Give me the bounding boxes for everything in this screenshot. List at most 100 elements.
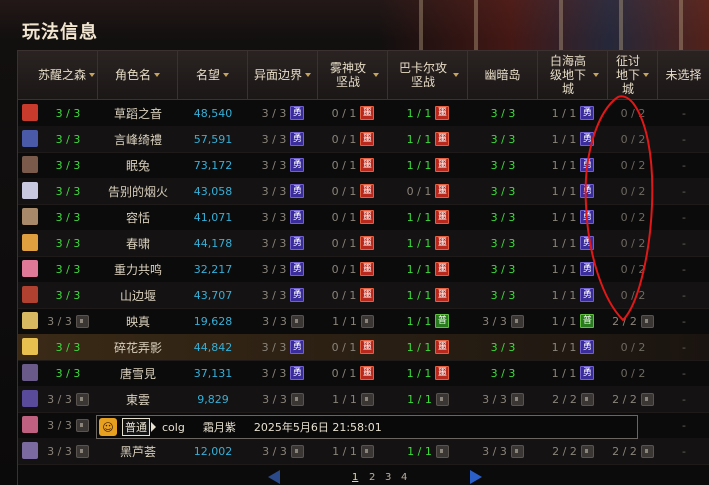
dark_isle-cell: 3 / 3	[468, 360, 538, 386]
mist-cell: 0 / 1噩	[318, 230, 388, 256]
column-header[interactable]: 角色名	[98, 51, 178, 99]
column-header[interactable]: 异面边界	[248, 51, 318, 99]
mist-value: 0 / 1	[331, 106, 357, 120]
forest-cell: 3 / 3	[38, 126, 98, 152]
difficulty-badge: 勇	[290, 262, 305, 276]
mist-value: 0 / 1	[331, 158, 357, 172]
table-row[interactable]: 3 / 3 告别的烟火 43,058 3 / 3勇0 / 1噩0 / 1噩3 / 31…	[18, 178, 709, 205]
lock-icon	[360, 314, 374, 328]
conquest-cell: 2 / 2	[608, 386, 658, 412]
white_sea-cell: 1 / 1勇	[538, 178, 608, 204]
unselected-cell: -	[658, 308, 709, 334]
forest-cell: 3 / 3	[38, 412, 98, 438]
next-page-icon[interactable]	[470, 470, 482, 484]
table-row[interactable]: 3 / 3 春啸 44,178 3 / 3勇0 / 1噩1 / 1噩3 / 31 / …	[18, 230, 709, 257]
difficulty-badge: 勇	[580, 236, 595, 250]
white_sea-value: 1 / 1	[551, 288, 577, 302]
bakal-cell: 1 / 1噩	[388, 230, 468, 256]
forest-cell: 3 / 3	[38, 438, 98, 464]
column-header[interactable]: 征讨地下城	[608, 51, 658, 99]
forest-cell: 3 / 3	[38, 152, 98, 178]
page-link[interactable]: 4	[401, 472, 407, 483]
page-link[interactable]: 3	[385, 472, 391, 483]
unselected-value: -	[682, 106, 686, 120]
dark_isle-cell: 3 / 3	[468, 230, 538, 256]
table-row[interactable]: 3 / 3 重力共鸣 32,217 3 / 3勇0 / 1噩1 / 1噩3 / 31 …	[18, 256, 709, 283]
column-header[interactable]: 巴卡尔攻坚战	[388, 51, 468, 99]
name-value: 春啸	[125, 236, 150, 251]
boundary-cell: 3 / 3	[248, 438, 318, 464]
white_sea-cell: 1 / 1勇	[538, 152, 608, 178]
difficulty-badge: 噩	[360, 210, 375, 224]
forest-value: 3 / 3	[55, 236, 81, 250]
table-row[interactable]: 3 / 3 草蹈之音 48,540 3 / 3勇0 / 1噩1 / 1噩3 / 31 …	[18, 100, 709, 127]
character-avatar	[22, 130, 38, 147]
difficulty-badge: 噩	[435, 262, 450, 276]
deco-stripe	[619, 0, 623, 50]
conquest-cell: 0 / 2	[608, 100, 658, 126]
name-cell: 唐雪見	[98, 360, 178, 386]
table-row[interactable]: 3 / 3 碎花弄影 44,842 3 / 3勇0 / 1噩1 / 1噩3 / 31 …	[18, 334, 709, 361]
boundary-cell: 3 / 3勇	[248, 100, 318, 126]
unselected-cell: -	[658, 412, 709, 438]
white_sea-cell: 1 / 1勇	[538, 100, 608, 126]
column-header[interactable]: 苏醒之森	[18, 51, 98, 99]
mist-cell: 1 / 1	[318, 308, 388, 334]
forest-value: 3 / 3	[55, 158, 81, 172]
column-header[interactable]: 白海高级地下城	[538, 51, 608, 99]
forest-cell: 3 / 3	[38, 308, 98, 334]
mist-cell: 0 / 1噩	[318, 100, 388, 126]
forest-value: 3 / 3	[55, 340, 81, 354]
boundary-value: 3 / 3	[261, 132, 287, 146]
forest-cell: 3 / 3	[38, 334, 98, 360]
unselected-value: -	[682, 158, 686, 172]
table-row[interactable]: 3 / 3 容恬 41,071 3 / 3勇0 / 1噩1 / 1噩3 / 31 / …	[18, 204, 709, 231]
column-header[interactable]: 雾神攻坚战	[318, 51, 388, 99]
column-header[interactable]: 名望	[178, 51, 248, 99]
unselected-value: -	[682, 314, 686, 328]
table-row[interactable]: 3 / 3 東雲 9,829 3 / 3 1 / 1 1 / 1 3 / 3 2 / 2 2 /…	[18, 386, 709, 413]
pagination: 1 2 3 4	[0, 468, 709, 485]
table-row[interactable]: 3 / 3 眠兔 73,172 3 / 3勇0 / 1噩1 / 1噩3 / 31 / …	[18, 152, 709, 179]
bakal-value: 1 / 1	[407, 444, 432, 458]
boundary-cell: 3 / 3勇	[248, 152, 318, 178]
forest-cell: 3 / 3	[38, 256, 98, 282]
column-header[interactable]: 未选择	[658, 51, 709, 99]
forest-value: 3 / 3	[47, 314, 72, 328]
difficulty-badge: 勇	[580, 210, 595, 224]
boundary-value: 3 / 3	[262, 392, 287, 406]
table-row[interactable]: 3 / 3 山边堰 43,707 3 / 3勇0 / 1噩1 / 1噩3 / 31 /…	[18, 282, 709, 309]
difficulty-badge: 噩	[435, 236, 450, 250]
dark_isle-value: 3 / 3	[490, 236, 516, 250]
unselected-cell: -	[658, 178, 709, 204]
page-link[interactable]: 1	[352, 472, 358, 483]
sort-caret-icon	[453, 73, 459, 77]
name-cell: 黑芦荟	[98, 438, 178, 464]
column-header-label: 未选择	[665, 68, 702, 82]
white_sea-cell: 2 / 2	[538, 438, 608, 464]
table-row[interactable]: 3 / 3 映真 19,628 3 / 31 / 11 / 1普3 / 31 / 1普…	[18, 308, 709, 335]
character-avatar	[22, 104, 38, 121]
difficulty-badge: 勇	[290, 158, 305, 172]
conquest-cell: 0 / 2	[608, 282, 658, 308]
table-row[interactable]: 3 / 3 唐雪見 37,131 3 / 3勇0 / 1噩1 / 1噩3 / 31 /…	[18, 360, 709, 387]
difficulty-badge: 勇	[580, 262, 595, 276]
page-link[interactable]: 2	[369, 472, 375, 483]
fame-value: 44,842	[193, 340, 233, 354]
name-cell: 眠兔	[98, 152, 178, 178]
chat-channel[interactable]: 普通	[122, 418, 150, 436]
column-header[interactable]: 幽暗岛	[468, 51, 538, 99]
table-row[interactable]: 3 / 3 黑芦荟 12,002 3 / 3 1 / 1 1 / 1 3 / 3 2 / 2 2…	[18, 438, 709, 465]
boundary-cell: 3 / 3勇	[248, 178, 318, 204]
bakal-cell: 1 / 1噩	[388, 256, 468, 282]
bakal-cell: 1 / 1	[388, 386, 468, 412]
lock-icon	[75, 418, 89, 432]
white_sea-value: 1 / 1	[551, 262, 577, 276]
prev-page-icon[interactable]	[268, 470, 280, 484]
table-row[interactable]: 3 / 3 言峰绮禮 57,591 3 / 3勇0 / 1噩1 / 1噩3 / 31 …	[18, 126, 709, 153]
lock-icon	[510, 314, 524, 328]
conquest-value: 0 / 2	[620, 184, 646, 198]
forest-cell: 3 / 3	[38, 386, 98, 412]
lock-icon	[75, 314, 89, 328]
lock-icon	[640, 392, 654, 406]
